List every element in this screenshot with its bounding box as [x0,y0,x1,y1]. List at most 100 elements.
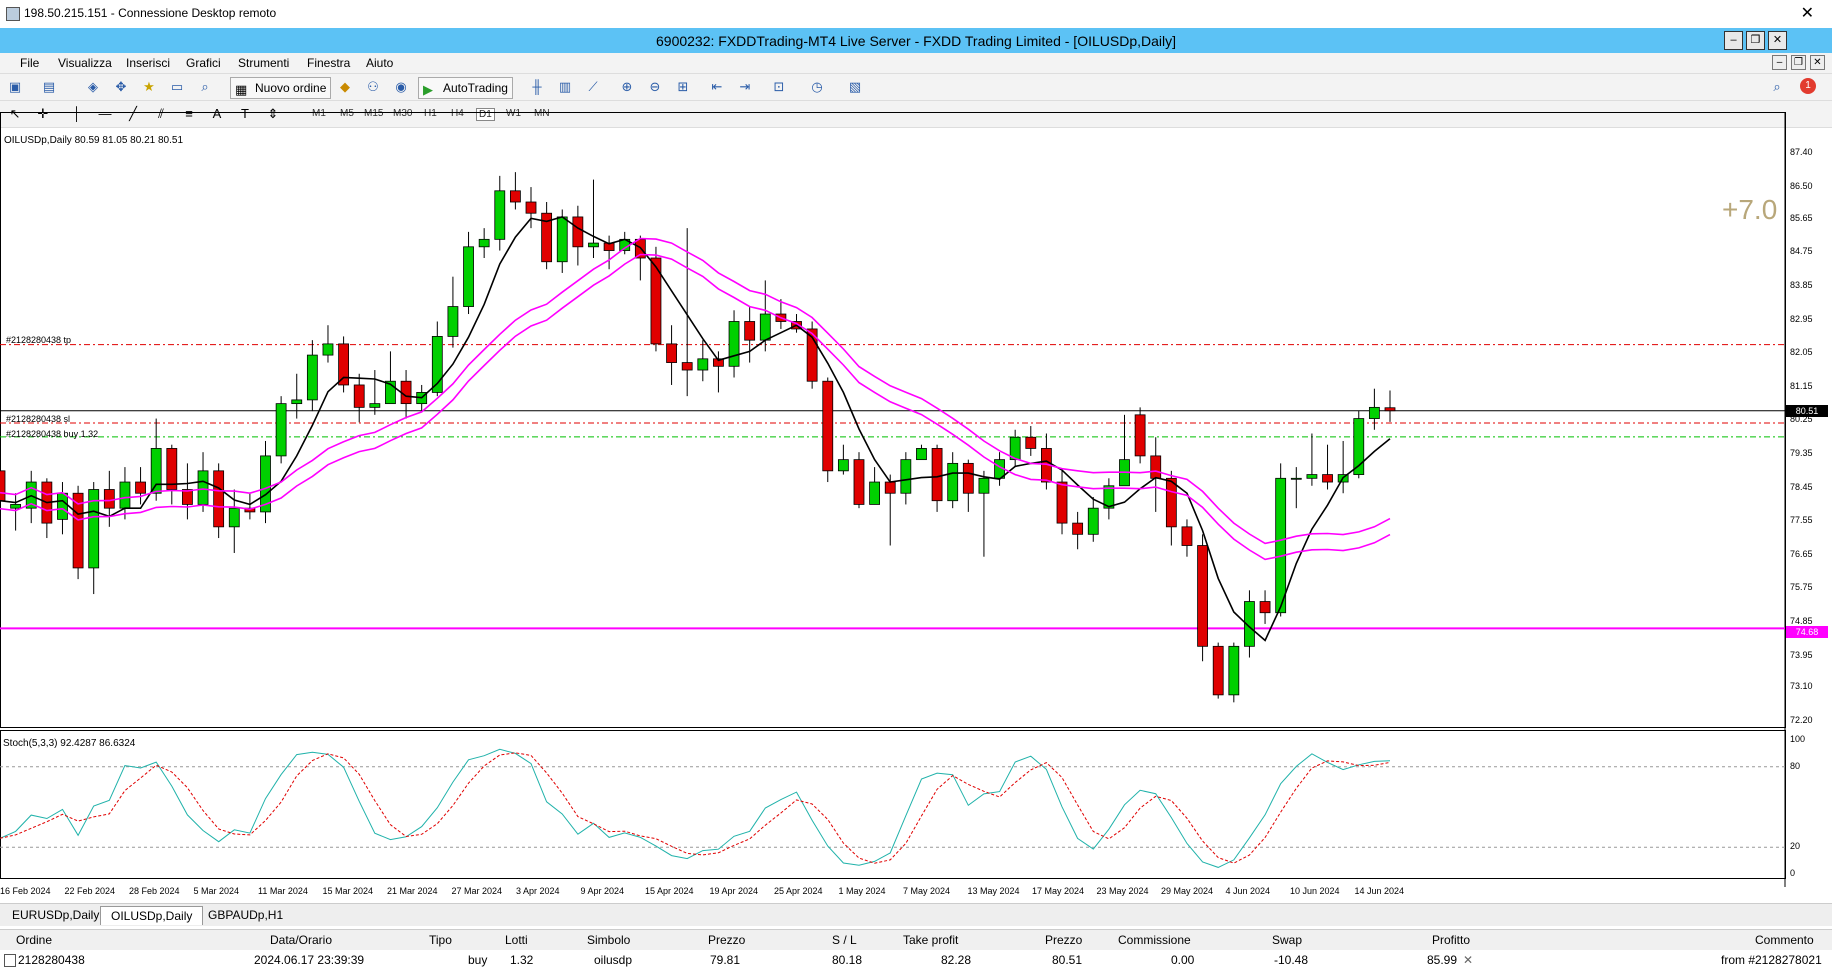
candle-body [463,246,474,307]
market-watch-icon[interactable]: ◈ [84,78,102,96]
templates-icon[interactable]: ▧ [846,78,864,96]
candle-body [947,462,959,502]
menu-tools[interactable]: Strumenti [238,56,289,70]
buy-line-label: #2128280438 buy 1.32 [6,429,99,439]
candle-body [884,481,896,494]
navigator-icon[interactable]: ★ [140,78,158,96]
tp-line-label: #2128280438 tp [6,335,72,345]
tab-gbpaudp[interactable]: GBPAUDp,H1 [198,906,293,924]
col-comment[interactable]: Commento [1755,933,1814,947]
chart-window[interactable] [0,112,1832,901]
autoscroll-icon[interactable]: ⇥ [736,78,754,96]
signals-icon[interactable]: ⚇ [364,78,382,96]
new-chart-icon[interactable]: ▣ [6,78,24,96]
market-icon[interactable]: ◉ [392,78,410,96]
candle-body [103,489,115,509]
candle-body [900,459,912,494]
date-tick-label: 17 May 2024 [1032,886,1085,896]
candle-body [822,380,834,472]
mdi-restore-icon[interactable]: ❐ [1791,55,1806,70]
tab-oilusdp[interactable]: OILUSDp,Daily [100,906,204,925]
rdp-close-icon[interactable]: ✕ [1801,3,1814,23]
periods-icon[interactable]: ◷ [808,78,826,96]
notifications-badge[interactable]: 1 [1800,78,1816,94]
chart-shift-icon[interactable]: ⇤ [708,78,726,96]
col-lots[interactable]: Lotti [505,933,528,947]
date-tick-label: 25 Apr 2024 [774,886,823,896]
date-tick-label: 11 Mar 2024 [258,886,308,896]
col-price-current[interactable]: Prezzo [1045,933,1082,947]
date-tick-label: 19 Apr 2024 [709,886,759,896]
minimize-icon[interactable]: – [1724,31,1743,50]
candle-body [759,313,771,341]
price-tick-label: 81.15 [1790,380,1813,391]
price-tick-label: 73.95 [1790,649,1813,660]
col-type[interactable]: Tipo [429,933,452,947]
tab-eurusdp[interactable]: EURUSDp,Daily [2,906,109,924]
col-tp[interactable]: Take profit [903,933,958,947]
candle-body [0,470,6,502]
order-lots: 1.32 [510,953,534,967]
table-row[interactable]: 2128280438 2024.06.17 23:39:39 buy 1.32 … [0,950,1832,970]
tile-windows-icon[interactable]: ⊞ [674,78,692,96]
candle-body [322,343,334,356]
menu-charts[interactable]: Grafici [186,56,221,70]
search-icon[interactable]: ⌕ [1768,78,1786,96]
price-tick-label: 84.75 [1790,246,1813,257]
candle-body [728,321,740,367]
alert-level-tag: 74.68 [1786,626,1828,638]
candle-body [1322,474,1333,483]
date-tick-label: 27 Mar 2024 [451,886,503,896]
menu-bar: File Visualizza Inserisci Grafici Strume… [0,53,1832,74]
mdi-minimize-icon[interactable]: – [1772,55,1787,70]
mdi-close-icon[interactable]: ✕ [1810,55,1825,70]
data-window-icon[interactable]: ✥ [112,78,130,96]
candle-body [1212,645,1224,696]
order-tp[interactable]: 82.28 [941,953,971,967]
menu-view[interactable]: Visualizza [58,56,112,70]
menu-window[interactable]: Finestra [307,56,350,70]
order-sl[interactable]: 80.18 [832,953,862,967]
candle-body [353,384,365,408]
col-profit[interactable]: Profitto [1432,933,1470,947]
candle-body [228,507,240,528]
col-symbol[interactable]: Simbolo [587,933,630,947]
candle-body [494,190,506,240]
indicators-icon[interactable]: ⊡ [770,78,788,96]
chart-tabs: EURUSDp,Daily OILUSDp,Daily GBPAUDp,H1 [0,903,1832,926]
zoom-in-icon[interactable]: ⊕ [618,78,636,96]
price-tick-label: 77.55 [1790,515,1813,526]
col-sl[interactable]: S / L [832,933,857,947]
candle-body [1275,477,1287,614]
col-order[interactable]: Ordine [16,933,52,947]
candlestick-icon[interactable]: ▥ [556,78,574,96]
close-order-icon[interactable]: ✕ [1463,953,1473,967]
date-tick-label: 10 Jun 2024 [1290,886,1340,896]
stoch-signal-line [0,752,1391,864]
terminal-icon[interactable]: ▭ [168,78,186,96]
current-price-tag: 80.51 [1786,405,1828,417]
bar-chart-icon[interactable]: ╫ [528,78,546,96]
order-symbol: oilusdp [594,953,633,967]
col-price[interactable]: Prezzo [708,933,745,947]
sl-line-label: #2128280438 sl [6,414,71,424]
new-order-button[interactable]: ▦ Nuovo ordine [230,77,332,99]
close-icon[interactable]: ✕ [1768,31,1787,50]
autotrading-button[interactable]: ▶ AutoTrading [418,77,513,99]
menu-insert[interactable]: Inserisci [126,56,170,70]
price-chart[interactable] [0,112,1832,901]
line-chart-icon[interactable]: ⟋ [584,78,602,96]
col-time[interactable]: Data/Orario [270,933,332,947]
ma-fast-line [0,216,1391,642]
candle-body [1072,522,1084,535]
col-commission[interactable]: Commissione [1118,933,1191,947]
col-swap[interactable]: Swap [1272,933,1302,947]
profiles-icon[interactable]: ▤ [40,78,58,96]
zoom-out-icon[interactable]: ⊖ [646,78,664,96]
restore-icon[interactable]: ❐ [1746,31,1765,50]
metaeditor-icon[interactable]: ◆ [336,78,354,96]
strategy-tester-icon[interactable]: ⌕ [196,78,214,96]
new-order-icon: ▦ [235,82,248,97]
menu-help[interactable]: Aiuto [366,56,393,70]
menu-file[interactable]: File [20,56,39,70]
